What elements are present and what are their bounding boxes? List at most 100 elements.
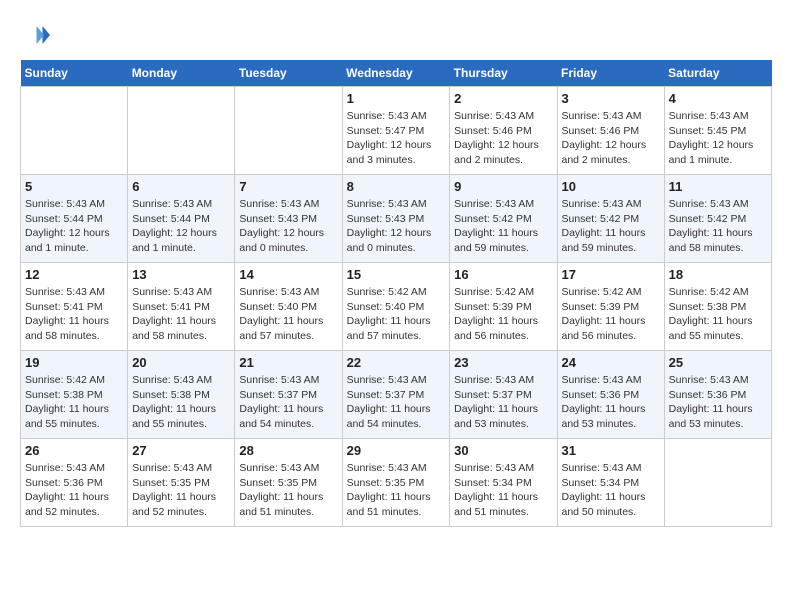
day-cell: 16 Sunrise: 5:42 AM Sunset: 5:39 PM Dayli… [450, 263, 557, 351]
day-number: 18 [669, 267, 767, 282]
day-cell: 23Sunrise: 5:43 AM Sunset: 5:37 PM Dayli… [450, 351, 557, 439]
day-number: 7 [239, 179, 337, 194]
day-number: 5 [25, 179, 123, 194]
day-info: Sunrise: 5:43 AM Sunset: 5:37 PM Dayligh… [347, 373, 446, 432]
day-info: Sunrise: 5:43 AM Sunset: 5:47 PM Dayligh… [347, 109, 446, 168]
day-info: Sunrise: 5:42 AM Sunset: 5:39 PM Dayligh… [562, 285, 660, 344]
day-info: Sunrise: 5:43 AM Sunset: 5:42 PM Dayligh… [454, 197, 552, 256]
day-cell: 18 Sunrise: 5:42 AM Sunset: 5:38 PM Dayli… [664, 263, 771, 351]
day-cell: 3Sunrise: 5:43 AM Sunset: 5:46 PM Daylig… [557, 87, 664, 175]
day-number: 26 [25, 443, 123, 458]
day-cell: 28 Sunrise: 5:43 AM Sunset: 5:35 PM Dayli… [235, 439, 342, 527]
day-number: 9 [454, 179, 552, 194]
day-cell: 7 Sunrise: 5:43 AM Sunset: 5:43 PM Daylig… [235, 175, 342, 263]
day-cell: 6Sunrise: 5:43 AM Sunset: 5:44 PM Daylig… [128, 175, 235, 263]
header-saturday: Saturday [664, 60, 771, 87]
day-cell [664, 439, 771, 527]
day-number: 22 [347, 355, 446, 370]
day-number: 17 [562, 267, 660, 282]
week-row-5: 26 Sunrise: 5:43 AM Sunset: 5:36 PM Dayli… [21, 439, 772, 527]
day-info: Sunrise: 5:43 AM Sunset: 5:46 PM Dayligh… [454, 109, 552, 168]
day-number: 24 [562, 355, 660, 370]
day-number: 31 [562, 443, 660, 458]
day-cell: 17 Sunrise: 5:42 AM Sunset: 5:39 PM Dayli… [557, 263, 664, 351]
day-info: Sunrise: 5:43 AM Sunset: 5:43 PM Dayligh… [347, 197, 446, 256]
header-row: SundayMondayTuesdayWednesdayThursdayFrid… [21, 60, 772, 87]
day-cell: 4 Sunrise: 5:43 AM Sunset: 5:45 PM Daylig… [664, 87, 771, 175]
day-info: Sunrise: 5:43 AM Sunset: 5:34 PM Dayligh… [454, 461, 552, 520]
day-cell: 25Sunrise: 5:43 AM Sunset: 5:36 PM Dayli… [664, 351, 771, 439]
day-number: 11 [669, 179, 767, 194]
day-number: 4 [669, 91, 767, 106]
calendar-header: SundayMondayTuesdayWednesdayThursdayFrid… [21, 60, 772, 87]
day-info: Sunrise: 5:43 AM Sunset: 5:44 PM Dayligh… [25, 197, 123, 256]
day-cell: 21Sunrise: 5:43 AM Sunset: 5:37 PM Dayli… [235, 351, 342, 439]
day-info: Sunrise: 5:42 AM Sunset: 5:39 PM Dayligh… [454, 285, 552, 344]
week-row-3: 12 Sunrise: 5:43 AM Sunset: 5:41 PM Dayli… [21, 263, 772, 351]
day-number: 28 [239, 443, 337, 458]
day-number: 13 [132, 267, 230, 282]
day-number: 29 [347, 443, 446, 458]
day-cell [21, 87, 128, 175]
day-info: Sunrise: 5:43 AM Sunset: 5:45 PM Dayligh… [669, 109, 767, 168]
day-number: 2 [454, 91, 552, 106]
day-info: Sunrise: 5:43 AM Sunset: 5:37 PM Dayligh… [454, 373, 552, 432]
day-info: Sunrise: 5:43 AM Sunset: 5:36 PM Dayligh… [669, 373, 767, 432]
day-number: 8 [347, 179, 446, 194]
day-cell: 31 Sunrise: 5:43 AM Sunset: 5:34 PM Dayli… [557, 439, 664, 527]
header-thursday: Thursday [450, 60, 557, 87]
day-cell [128, 87, 235, 175]
calendar-table: SundayMondayTuesdayWednesdayThursdayFrid… [20, 60, 772, 527]
day-info: Sunrise: 5:43 AM Sunset: 5:35 PM Dayligh… [239, 461, 337, 520]
day-number: 12 [25, 267, 123, 282]
day-number: 3 [562, 91, 660, 106]
day-number: 15 [347, 267, 446, 282]
day-cell: 5 Sunrise: 5:43 AM Sunset: 5:44 PM Daylig… [21, 175, 128, 263]
day-info: Sunrise: 5:42 AM Sunset: 5:38 PM Dayligh… [25, 373, 123, 432]
day-cell: 27 Sunrise: 5:43 AM Sunset: 5:35 PM Dayli… [128, 439, 235, 527]
day-info: Sunrise: 5:43 AM Sunset: 5:36 PM Dayligh… [562, 373, 660, 432]
day-number: 10 [562, 179, 660, 194]
day-cell: 1Sunrise: 5:43 AM Sunset: 5:47 PM Daylig… [342, 87, 450, 175]
day-info: Sunrise: 5:43 AM Sunset: 5:43 PM Dayligh… [239, 197, 337, 256]
day-cell: 12 Sunrise: 5:43 AM Sunset: 5:41 PM Dayli… [21, 263, 128, 351]
day-info: Sunrise: 5:43 AM Sunset: 5:41 PM Dayligh… [132, 285, 230, 344]
day-number: 30 [454, 443, 552, 458]
day-number: 6 [132, 179, 230, 194]
day-cell: 14 Sunrise: 5:43 AM Sunset: 5:40 PM Dayli… [235, 263, 342, 351]
day-info: Sunrise: 5:43 AM Sunset: 5:35 PM Dayligh… [132, 461, 230, 520]
day-cell: 13 Sunrise: 5:43 AM Sunset: 5:41 PM Dayli… [128, 263, 235, 351]
day-info: Sunrise: 5:42 AM Sunset: 5:40 PM Dayligh… [347, 285, 446, 344]
header-monday: Monday [128, 60, 235, 87]
day-cell: 19 Sunrise: 5:42 AM Sunset: 5:38 PM Dayli… [21, 351, 128, 439]
day-number: 19 [25, 355, 123, 370]
day-info: Sunrise: 5:42 AM Sunset: 5:38 PM Dayligh… [669, 285, 767, 344]
week-row-1: 1Sunrise: 5:43 AM Sunset: 5:47 PM Daylig… [21, 87, 772, 175]
day-info: Sunrise: 5:43 AM Sunset: 5:40 PM Dayligh… [239, 285, 337, 344]
day-info: Sunrise: 5:43 AM Sunset: 5:42 PM Dayligh… [562, 197, 660, 256]
week-row-2: 5 Sunrise: 5:43 AM Sunset: 5:44 PM Daylig… [21, 175, 772, 263]
day-cell: 8 Sunrise: 5:43 AM Sunset: 5:43 PM Daylig… [342, 175, 450, 263]
day-info: Sunrise: 5:43 AM Sunset: 5:42 PM Dayligh… [669, 197, 767, 256]
day-cell [235, 87, 342, 175]
day-cell: 15 Sunrise: 5:42 AM Sunset: 5:40 PM Dayli… [342, 263, 450, 351]
logo [20, 20, 52, 50]
day-cell: 10 Sunrise: 5:43 AM Sunset: 5:42 PM Dayli… [557, 175, 664, 263]
calendar-body: 1Sunrise: 5:43 AM Sunset: 5:47 PM Daylig… [21, 87, 772, 527]
day-info: Sunrise: 5:43 AM Sunset: 5:36 PM Dayligh… [25, 461, 123, 520]
header-tuesday: Tuesday [235, 60, 342, 87]
day-info: Sunrise: 5:43 AM Sunset: 5:34 PM Dayligh… [562, 461, 660, 520]
day-cell: 2 Sunrise: 5:43 AM Sunset: 5:46 PM Daylig… [450, 87, 557, 175]
day-info: Sunrise: 5:43 AM Sunset: 5:38 PM Dayligh… [132, 373, 230, 432]
day-cell: 30 Sunrise: 5:43 AM Sunset: 5:34 PM Dayli… [450, 439, 557, 527]
day-cell: 24 Sunrise: 5:43 AM Sunset: 5:36 PM Dayli… [557, 351, 664, 439]
day-info: Sunrise: 5:43 AM Sunset: 5:41 PM Dayligh… [25, 285, 123, 344]
header-wednesday: Wednesday [342, 60, 450, 87]
header-friday: Friday [557, 60, 664, 87]
day-number: 16 [454, 267, 552, 282]
day-number: 27 [132, 443, 230, 458]
day-cell: 11 Sunrise: 5:43 AM Sunset: 5:42 PM Dayli… [664, 175, 771, 263]
day-number: 14 [239, 267, 337, 282]
logo-icon [20, 20, 50, 50]
week-row-4: 19 Sunrise: 5:42 AM Sunset: 5:38 PM Dayli… [21, 351, 772, 439]
